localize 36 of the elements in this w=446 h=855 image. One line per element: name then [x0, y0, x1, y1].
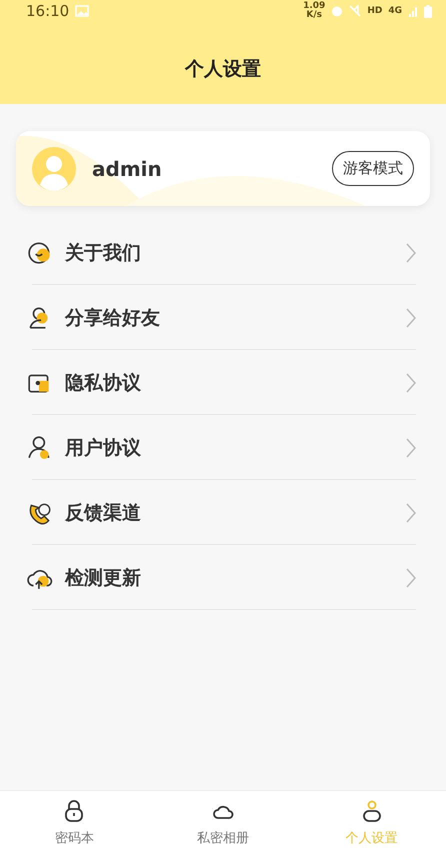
hd-label: HD — [367, 6, 382, 16]
tab-label: 个人设置 — [346, 830, 398, 847]
menu-item[interactable]: 分享给好友 — [27, 285, 416, 350]
menu-item[interactable]: 隐私协议 — [27, 350, 416, 415]
status-time: 16:10 — [26, 2, 70, 20]
menu-item[interactable]: 用户协议 — [27, 415, 416, 480]
menu-item[interactable]: 反馈渠道 — [27, 480, 416, 545]
chevron-icon — [406, 242, 416, 262]
chevron-icon — [406, 502, 416, 522]
page-title: 个人设置 — [184, 57, 262, 82]
menu-item[interactable]: 关于我们 — [27, 220, 416, 285]
menu-label: 用户协议 — [65, 436, 142, 460]
signal-icon — [408, 6, 418, 16]
image-icon — [75, 5, 90, 17]
nav-tab[interactable]: 私密相册 — [148, 791, 298, 855]
menu-label: 分享给好友 — [65, 306, 161, 330]
guest-mode-button[interactable]: 游客模式 — [332, 151, 414, 186]
chevron-icon — [406, 372, 416, 392]
speed-unit: K/s — [306, 11, 322, 20]
tab-label: 私密相册 — [197, 830, 249, 847]
network-speed: 1.09 — [303, 2, 326, 11]
avatar-icon — [32, 146, 76, 190]
menu-label: 关于我们 — [65, 240, 142, 266]
chevron-icon — [406, 308, 416, 328]
menu-label: 反馈渠道 — [65, 500, 142, 526]
chevron-icon — [406, 438, 416, 458]
username: admin — [92, 156, 163, 180]
battery-icon — [424, 4, 432, 18]
chevron-icon — [406, 568, 416, 588]
network-type: 4G — [388, 6, 402, 16]
menu-label: 隐私协议 — [65, 370, 142, 396]
nav-tab[interactable]: 密码本 — [0, 791, 149, 855]
menu-item[interactable]: 检测更新 — [27, 545, 416, 610]
tab-label: 密码本 — [54, 830, 94, 847]
menu-label: 检测更新 — [65, 566, 142, 590]
mute-icon — [349, 5, 362, 17]
